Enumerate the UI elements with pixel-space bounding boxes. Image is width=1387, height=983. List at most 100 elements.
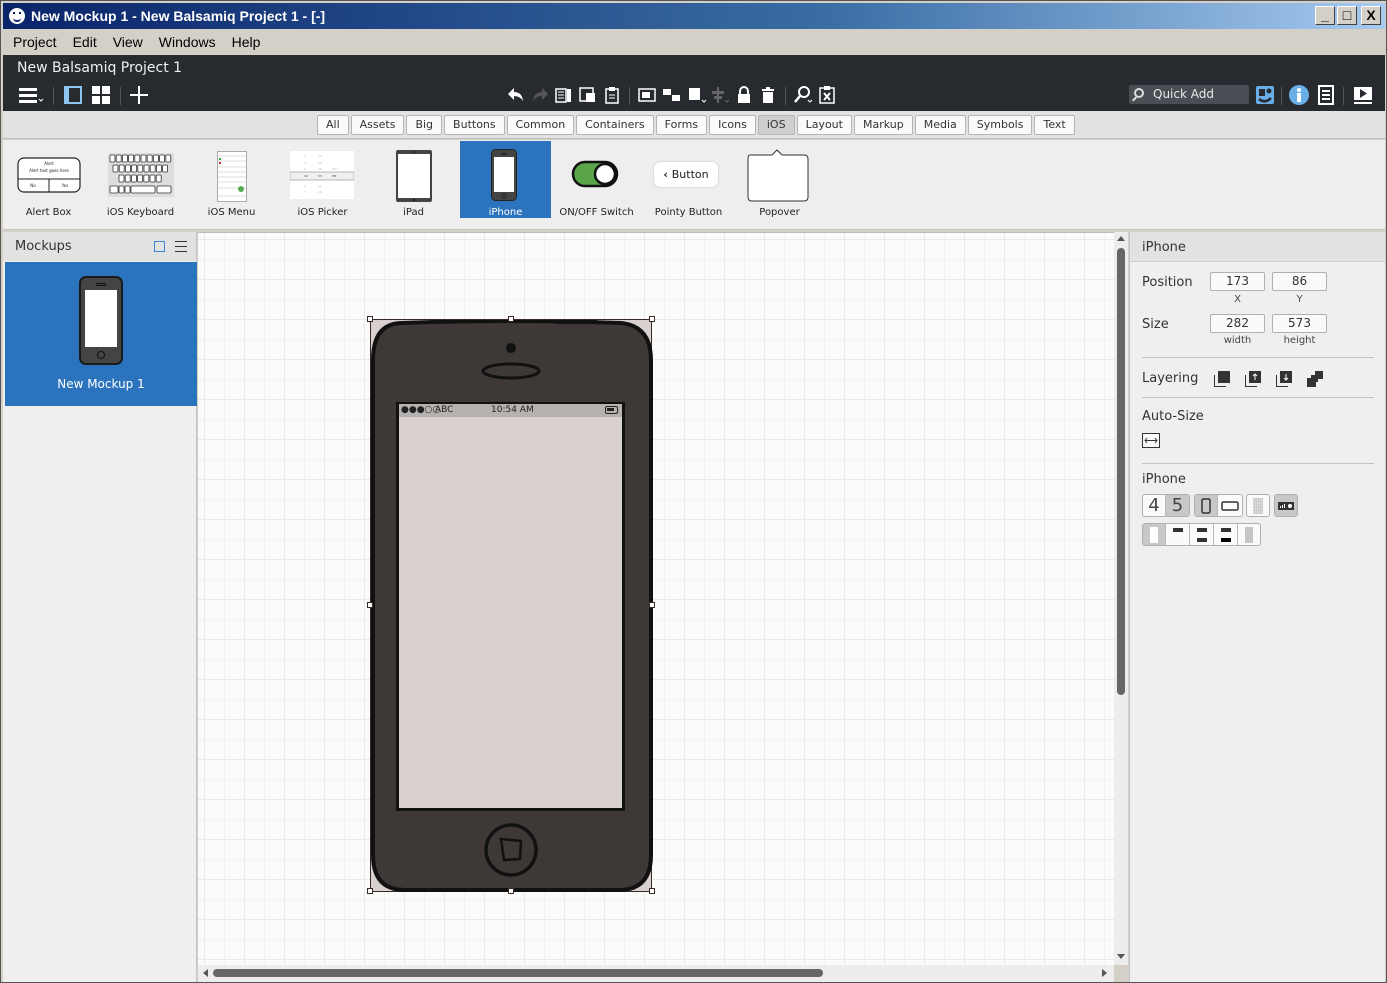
mockup-canvas[interactable]: ●●●○○ ABC 10:54 AM — [198, 232, 1116, 965]
library-tab-assets[interactable]: Assets — [350, 115, 405, 135]
single-pane-icon[interactable] — [63, 85, 83, 105]
resize-handle-top[interactable] — [508, 316, 514, 322]
autosize-width-icon[interactable] — [1142, 433, 1160, 448]
ios-picker-thumbnail: 1 10 3 20 4 30 AM 6 00 7 10 10 53 PM — [290, 151, 354, 199]
library-tab-all[interactable]: All — [317, 115, 349, 135]
library-tab-text[interactable]: Text — [1034, 115, 1075, 135]
library-tab-big[interactable]: Big — [406, 115, 443, 135]
menu-view[interactable]: View — [113, 34, 143, 50]
palette-item-ios-picker[interactable]: 1 10 3 20 4 30 AM 6 00 7 10 10 53 PM iOS Picker — [277, 141, 368, 218]
status-time: 10:54 AM — [491, 405, 534, 415]
library-tab-markup[interactable]: Markup — [853, 115, 913, 135]
resize-handle-bottom[interactable] — [508, 888, 514, 894]
y-field[interactable]: 86 — [1272, 272, 1327, 291]
menu-edit[interactable]: Edit — [73, 34, 97, 50]
mockup-item[interactable]: New Mockup 1 — [5, 262, 197, 406]
palette-item-ios-menu[interactable]: iOS Menu — [186, 141, 277, 218]
version-5-button[interactable]: 5 — [1166, 495, 1189, 516]
palette-item-alert-box[interactable]: Alert Alert text goes here No Yes Alert … — [3, 141, 94, 218]
paste-icon[interactable] — [602, 85, 622, 105]
thumbnail-view-icon[interactable] — [154, 241, 165, 252]
scroll-left-arrow-icon[interactable] — [203, 969, 208, 977]
resize-handle-left[interactable] — [367, 602, 373, 608]
find-icon[interactable] — [793, 85, 815, 105]
scroll-right-arrow-icon[interactable] — [1102, 969, 1107, 977]
layout-top-bottom-bars-icon[interactable] — [1190, 524, 1214, 545]
library-tab-media[interactable]: Media — [914, 115, 966, 135]
add-icon[interactable] — [129, 85, 149, 105]
ungroup-icon[interactable] — [661, 85, 683, 105]
layout-full-icon[interactable] — [1143, 524, 1166, 545]
layout-sidebar-icon[interactable] — [1238, 524, 1260, 545]
position-label: Position — [1142, 275, 1193, 290]
grid-view-icon[interactable] — [91, 85, 111, 105]
library-tab-layout[interactable]: Layout — [796, 115, 852, 135]
transparent-background-icon[interactable] — [1247, 495, 1269, 516]
landscape-icon[interactable] — [1218, 495, 1242, 516]
menu-help[interactable]: Help — [232, 34, 261, 50]
close-button[interactable]: X — [1361, 6, 1381, 25]
palette-item-iphone[interactable]: iPhone — [460, 141, 551, 218]
resize-handle-top-left[interactable] — [367, 316, 373, 322]
palette-item-ipad[interactable]: iPad — [368, 141, 459, 218]
alert-box-thumbnail: Alert Alert text goes here No Yes — [17, 157, 81, 193]
hamburger-menu-icon[interactable] — [17, 85, 47, 105]
canvas-vertical-scrollbar[interactable] — [1114, 232, 1128, 965]
minimize-button[interactable]: _ — [1315, 6, 1335, 25]
iphone-version-toggle: 4 5 — [1142, 494, 1190, 517]
notes-icon[interactable] — [1317, 85, 1335, 105]
library-tab-common[interactable]: Common — [506, 115, 575, 135]
bring-to-front-icon[interactable] — [1214, 371, 1230, 387]
redo-icon[interactable] — [530, 85, 550, 105]
arrange-icon[interactable] — [687, 85, 709, 105]
delete-icon[interactable] — [759, 85, 777, 105]
menu-windows[interactable]: Windows — [159, 34, 216, 50]
canvas-horizontal-scrollbar[interactable] — [198, 965, 1114, 982]
scroll-up-arrow-icon[interactable] — [1117, 236, 1125, 241]
palette-item-ios-keyboard[interactable]: iOS Keyboard — [95, 141, 186, 218]
maximize-button[interactable]: □ — [1337, 6, 1357, 25]
horizontal-scroll-thumb[interactable] — [213, 969, 823, 977]
palette-item-popover[interactable]: Popover — [734, 141, 825, 218]
palette-item-pointy-button[interactable]: ‹ Button Pointy Button — [643, 141, 734, 218]
library-tab-symbols[interactable]: Symbols — [967, 115, 1033, 135]
scroll-down-arrow-icon[interactable] — [1117, 954, 1125, 959]
clear-icon[interactable] — [817, 85, 837, 105]
library-tab-buttons[interactable]: Buttons — [444, 115, 505, 135]
portrait-icon[interactable] — [1195, 495, 1218, 516]
height-field[interactable]: 573 — [1272, 314, 1327, 333]
duplicate-icon[interactable] — [578, 85, 598, 105]
symbols-icon[interactable] — [1255, 85, 1275, 105]
library-tab-forms[interactable]: Forms — [655, 115, 708, 135]
quick-add-input[interactable]: Quick Add — [1129, 85, 1249, 104]
align-icon[interactable] — [709, 85, 731, 105]
group-icon[interactable] — [637, 85, 657, 105]
lock-icon[interactable] — [735, 85, 753, 105]
present-icon[interactable] — [1353, 85, 1373, 105]
library-tab-containers[interactable]: Containers — [576, 115, 654, 135]
list-view-icon[interactable] — [175, 241, 187, 252]
palette-item-onoff-switch[interactable]: ON/OFF Switch — [551, 141, 642, 218]
resize-handle-top-right[interactable] — [649, 316, 655, 322]
send-backward-icon[interactable] — [1276, 371, 1292, 387]
status-bar-icon[interactable] — [1275, 495, 1297, 516]
width-field[interactable]: 282 — [1210, 314, 1265, 333]
iphone-component[interactable]: ●●●○○ ABC 10:54 AM — [367, 316, 655, 894]
x-field[interactable]: 173 — [1210, 272, 1265, 291]
bring-forward-icon[interactable] — [1245, 371, 1261, 387]
resize-handle-bottom-right[interactable] — [649, 888, 655, 894]
layout-top-bar-icon[interactable] — [1166, 524, 1190, 545]
resize-handle-bottom-left[interactable] — [367, 888, 373, 894]
library-filter-bar: All Assets Big Buttons Common Containers Forms… — [3, 111, 1385, 139]
copy-icon[interactable] — [554, 85, 574, 105]
menu-project[interactable]: Project — [13, 34, 57, 50]
layout-top-bottom-dark-icon[interactable] — [1214, 524, 1238, 545]
info-icon[interactable] — [1288, 85, 1310, 105]
version-4-button[interactable]: 4 — [1143, 495, 1166, 516]
undo-icon[interactable] — [506, 85, 526, 105]
library-tab-icons[interactable]: Icons — [709, 115, 756, 135]
send-to-back-icon[interactable] — [1307, 371, 1323, 387]
resize-handle-right[interactable] — [649, 602, 655, 608]
library-tab-ios[interactable]: iOS — [757, 115, 795, 135]
vertical-scroll-thumb[interactable] — [1117, 248, 1125, 695]
